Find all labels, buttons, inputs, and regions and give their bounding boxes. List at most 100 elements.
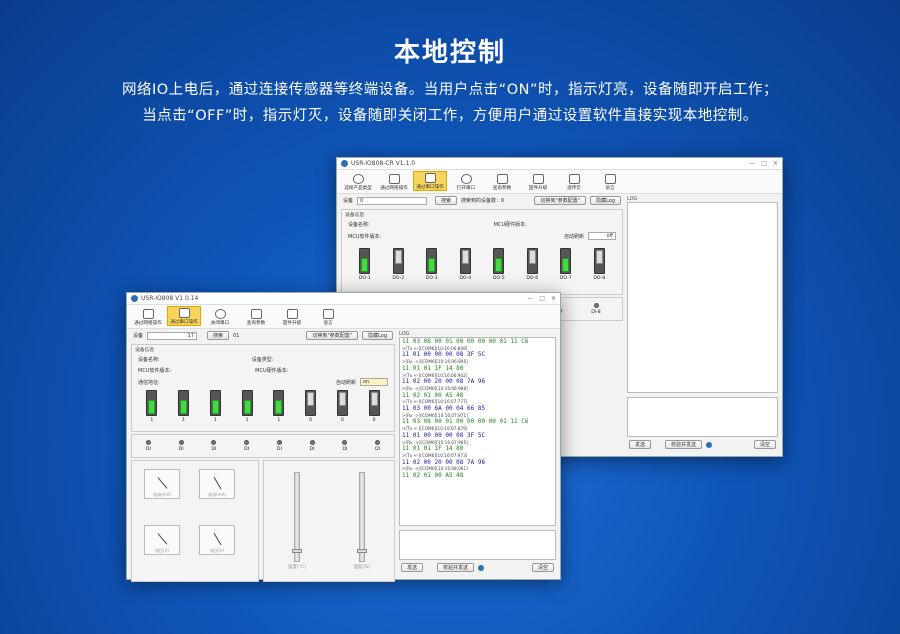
relay-switch[interactable] xyxy=(146,390,158,416)
auto-refresh-toggle[interactable]: off xyxy=(588,232,616,240)
relay-6[interactable]: DO-6 xyxy=(520,248,544,281)
relay-5[interactable]: DO-5 xyxy=(487,248,511,281)
relay-switch[interactable] xyxy=(209,390,221,416)
maximize-icon[interactable]: □ xyxy=(539,295,545,302)
toolbar-button-network[interactable]: 通过网络操作 xyxy=(377,173,411,191)
hide-log-button[interactable]: 隐藏Log xyxy=(362,331,393,340)
relay-switch[interactable] xyxy=(273,390,285,416)
relay-8[interactable]: 0 xyxy=(362,390,386,423)
verify-send-button[interactable]: 校验并发送 xyxy=(665,440,703,449)
slider-thumb[interactable] xyxy=(291,549,302,553)
search-button[interactable]: 搜索 xyxy=(207,331,230,340)
relay-3[interactable]: 1 xyxy=(203,390,227,423)
send-input[interactable] xyxy=(627,397,778,437)
toolbar-button-globe[interactable]: 语言 xyxy=(311,308,345,326)
relay-switch[interactable] xyxy=(392,248,404,274)
device-input[interactable]: 0 xyxy=(357,196,428,205)
info-icon[interactable] xyxy=(478,564,485,571)
relay-7[interactable]: DO-7 xyxy=(554,248,578,281)
log-panel[interactable] xyxy=(627,202,778,394)
relay-4[interactable]: DO-4 xyxy=(453,248,477,281)
toolbar-button-plug[interactable]: 打开串口 xyxy=(449,173,483,191)
gauge-needle xyxy=(213,476,222,490)
relay-label: DO-2 xyxy=(392,276,405,281)
switch-config-button[interactable]: 切换到"参数配置" xyxy=(534,196,587,205)
relay-7[interactable]: 0 xyxy=(330,390,354,423)
toolbar-button-globe[interactable]: 语言 xyxy=(593,173,627,191)
toolbar-label: 固件升级 xyxy=(282,321,302,326)
slider-track[interactable] xyxy=(356,472,367,562)
relay-switch[interactable] xyxy=(241,390,253,416)
hide-log-button[interactable]: 隐藏Log xyxy=(590,196,621,205)
maximize-icon[interactable]: □ xyxy=(761,160,767,167)
verify-send-button[interactable]: 校验并发送 xyxy=(437,563,475,572)
slider-label: 湿度(%) xyxy=(353,565,371,570)
relay-switch[interactable] xyxy=(593,248,605,274)
slider-track[interactable] xyxy=(291,472,302,562)
relay-switch[interactable] xyxy=(459,248,471,274)
di-6: DI xyxy=(300,440,324,452)
relay-switch[interactable] xyxy=(526,248,538,274)
toolbar-button-serial-port[interactable]: 通过串口操作 xyxy=(413,171,447,191)
toolbar-label: 通过网络操作 xyxy=(134,321,162,326)
minimize-icon[interactable]: — xyxy=(527,295,533,302)
relay-8[interactable]: DO-8 xyxy=(587,248,611,281)
close-icon[interactable]: ✕ xyxy=(551,295,556,302)
info-icon[interactable] xyxy=(706,441,713,448)
clear-button[interactable]: 清空 xyxy=(531,563,554,572)
close-icon[interactable]: ✕ xyxy=(773,160,778,167)
minimize-icon[interactable]: — xyxy=(749,160,755,167)
relay-switch[interactable] xyxy=(560,248,572,274)
relay-switch[interactable] xyxy=(426,248,438,274)
device-select[interactable]: 17 xyxy=(147,331,198,340)
relay-switch[interactable] xyxy=(305,390,317,416)
log-line: 11 03 08 00 01 00 00 00 00 01 11 C6 xyxy=(402,338,529,345)
gauge-label: 电压(V) xyxy=(155,548,169,553)
slider-thumb[interactable] xyxy=(356,549,367,553)
relay-switch[interactable] xyxy=(368,390,380,416)
plug-icon xyxy=(460,174,472,184)
relay-1[interactable]: DO-1 xyxy=(353,248,377,281)
relay-label: 0 xyxy=(340,418,344,423)
relay-label: 1 xyxy=(182,418,186,423)
relay-1[interactable]: 1 xyxy=(140,390,164,423)
toolbar-button-check[interactable]: 关闭串口 xyxy=(203,308,237,326)
send-button[interactable]: 发送 xyxy=(629,440,652,449)
relay-switch[interactable] xyxy=(493,248,505,274)
relay-switch[interactable] xyxy=(178,390,190,416)
relay-2[interactable]: 1 xyxy=(172,390,196,423)
back-window-titlebar: USR-IO808-CR V1.1.0 — □ ✕ xyxy=(337,158,782,170)
relay-switch[interactable] xyxy=(359,248,371,274)
toolbar-button-query[interactable]: 查询参数 xyxy=(485,173,519,191)
toolbar-button-rocket[interactable]: 固件升级 xyxy=(275,308,309,326)
di-4: DI xyxy=(235,440,259,452)
toolbar-button-disc[interactable]: 选择产品类型 xyxy=(341,173,375,191)
mcu-fw-label: MCU软件版本: xyxy=(348,233,382,240)
relay-6[interactable]: 0 xyxy=(299,390,323,423)
di-row: DI DI DI DI DI DI DI DI xyxy=(131,434,395,458)
toolbar-button-query[interactable]: 查询参数 xyxy=(239,308,273,326)
toolbar-label: 通过网络操作 xyxy=(380,186,408,191)
device-info-group-title: 设备信息 xyxy=(135,348,155,353)
log-panel[interactable]: 11 03 08 00 01 00 00 00 00 01 11 C6 >[Tx … xyxy=(399,337,556,527)
hero-title: 本地控制 xyxy=(393,38,506,68)
auto-refresh-toggle[interactable]: on xyxy=(360,378,388,386)
di-indicator xyxy=(276,440,282,445)
di-label: DI xyxy=(211,447,217,452)
relay-4[interactable]: 1 xyxy=(235,390,259,423)
send-input[interactable] xyxy=(399,530,556,560)
toolbar-button-network[interactable]: 通过网络操作 xyxy=(131,308,165,326)
send-button[interactable]: 发送 xyxy=(401,563,424,572)
toolbar-button-rocket[interactable]: 固件升级 xyxy=(521,173,555,191)
relay-switch[interactable] xyxy=(336,390,348,416)
relay-2[interactable]: DO-2 xyxy=(386,248,410,281)
toolbar-button-serial-port[interactable]: 通过串口操作 xyxy=(167,306,201,326)
relay-5[interactable]: 1 xyxy=(267,390,291,423)
serial-port-icon xyxy=(178,308,190,318)
rocket-icon xyxy=(532,174,544,184)
switch-config-button[interactable]: 切换到"参数配置" xyxy=(306,331,359,340)
toolbar-button-cloud[interactable]: 透传云 xyxy=(557,173,591,191)
clear-button[interactable]: 清空 xyxy=(753,440,776,449)
relay-3[interactable]: DO-3 xyxy=(420,248,444,281)
search-button[interactable]: 搜索 xyxy=(435,196,458,205)
